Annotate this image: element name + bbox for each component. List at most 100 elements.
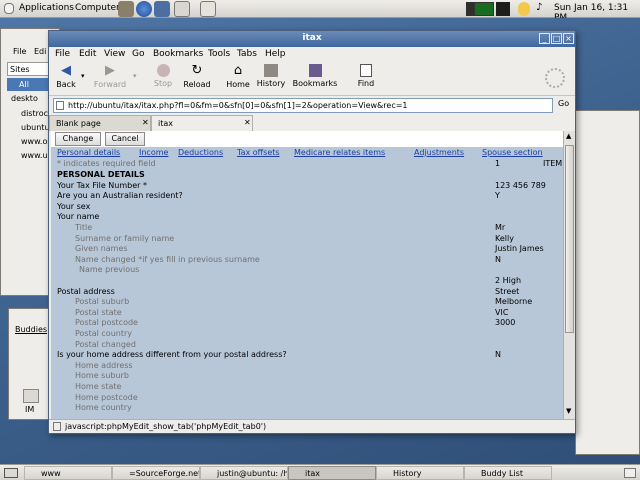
history-button[interactable]: History: [255, 64, 287, 88]
browser-window[interactable]: itax _ □ × File Edit View Go Bookmarks T…: [48, 30, 576, 434]
scroll-down-icon[interactable]: ▼: [566, 407, 571, 415]
buddy-list-window[interactable]: Buddies IM: [8, 308, 52, 420]
task-www[interactable]: www: [24, 466, 112, 480]
task-terminal[interactable]: justin@ubuntu: /ho: [200, 466, 288, 480]
menu-edit[interactable]: Edit: [79, 49, 96, 59]
navigation-toolbar: ◀ Back ▾ ▶ Forward ▾ Stop ↻ Reload ⌂ Hom…: [49, 62, 575, 96]
background-window-right[interactable]: [575, 110, 640, 455]
field-label: PERSONAL DETAILS: [57, 170, 145, 179]
user-icon[interactable]: [518, 2, 530, 16]
tab-spouse-section[interactable]: Spouse section: [482, 148, 543, 157]
buddies-menu[interactable]: Buddies: [15, 325, 47, 334]
menu-edit[interactable]: Edi: [34, 47, 46, 56]
close-tab-icon[interactable]: ✕: [142, 118, 149, 127]
menu-view[interactable]: View: [104, 49, 125, 59]
email-launcher-icon[interactable]: [154, 1, 170, 17]
tab-label: itax: [158, 119, 173, 128]
home-button[interactable]: ⌂ Home: [225, 64, 251, 90]
site-item-3[interactable]: www.os: [21, 137, 52, 146]
site-item-1[interactable]: distroc: [21, 109, 48, 118]
tab-blank-page[interactable]: Blank page ✕: [49, 115, 151, 131]
task-sourceforge[interactable]: =SourceForge.net: [112, 466, 200, 480]
field-label: Your sex: [57, 201, 91, 211]
find-button[interactable]: Find: [355, 64, 377, 88]
go-button[interactable]: Go: [558, 99, 569, 108]
computer-menu[interactable]: Computer: [75, 3, 120, 13]
vertical-scrollbar[interactable]: ▲ ▼: [563, 131, 575, 419]
task-itax[interactable]: itax: [288, 466, 376, 480]
volume-icon[interactable]: ♪: [536, 2, 548, 16]
field-label: Name previous: [79, 265, 140, 275]
reload-button[interactable]: ↻ Reload: [183, 64, 211, 90]
menu-tabs[interactable]: Tabs: [237, 49, 257, 59]
tab-tax-offsets[interactable]: Tax offsets: [237, 148, 280, 157]
cancel-button[interactable]: Cancel: [105, 132, 145, 146]
tab-medicare[interactable]: Medicare relates items: [294, 148, 385, 157]
stop-button[interactable]: Stop: [151, 64, 175, 88]
page-content: Change Cancel Personal details Income De…: [51, 131, 563, 419]
im-label: IM: [25, 405, 35, 414]
field-value: N: [495, 254, 501, 264]
task-history[interactable]: History: [376, 466, 464, 480]
im-icon[interactable]: [23, 389, 39, 403]
menu-bookmarks[interactable]: Bookmarks: [153, 49, 203, 59]
editor-launcher-icon[interactable]: [174, 1, 190, 17]
menu-tools[interactable]: Tools: [208, 49, 230, 59]
applications-menu[interactable]: Applications: [19, 3, 74, 13]
url-input[interactable]: http://ubuntu/itax/itax.php?fl=0&fm=0&sf…: [53, 98, 553, 113]
tab-personal-details[interactable]: Personal details: [57, 148, 120, 157]
required-note-row: * indicates required field 1 ITEM: [51, 159, 563, 170]
bookmarks-button[interactable]: Bookmarks: [292, 64, 338, 88]
tab-adjustments[interactable]: Adjustments: [414, 148, 464, 157]
back-button[interactable]: ◀ Back: [53, 64, 79, 90]
network-icon[interactable]: [496, 2, 510, 16]
folder-launcher-icon[interactable]: [200, 1, 216, 17]
site-item-2[interactable]: ubuntu: [21, 123, 50, 132]
close-button[interactable]: ×: [563, 33, 574, 44]
form-row: Are you an Australian resident? Y: [51, 191, 563, 202]
tab-income[interactable]: Income: [139, 148, 168, 157]
menu-file[interactable]: File: [55, 49, 70, 59]
forward-arrow-icon: ▶: [105, 63, 115, 78]
menu-help[interactable]: Help: [265, 49, 286, 59]
field-label: Home country: [75, 403, 132, 413]
task-buddy-list[interactable]: Buddy List: [464, 466, 552, 480]
tab-bar: Blank page ✕ itax ✕: [49, 115, 575, 131]
show-desktop-icon[interactable]: [4, 468, 18, 478]
sites-label: Sites: [10, 65, 30, 74]
form-row: Name previous: [51, 265, 563, 276]
field-label: Postal changed: [75, 339, 136, 349]
scroll-up-icon[interactable]: ▲: [566, 132, 571, 140]
field-label: Postal state: [75, 307, 122, 317]
browser-launcher-icon[interactable]: [136, 1, 152, 17]
maximize-button[interactable]: □: [551, 33, 562, 44]
close-tab-icon[interactable]: ✕: [244, 118, 251, 127]
gnome-foot-icon[interactable]: [4, 3, 14, 14]
tab-deductions[interactable]: Deductions: [178, 148, 223, 157]
tab-itax[interactable]: itax ✕: [151, 115, 253, 131]
field-value: Street: [495, 286, 520, 296]
forward-button[interactable]: ▶ Forward: [93, 63, 127, 90]
minimize-button[interactable]: _: [539, 33, 550, 44]
field-value: Mr: [495, 223, 506, 232]
field-label: Postal address: [57, 286, 115, 296]
change-button[interactable]: Change: [55, 132, 101, 146]
back-dropdown-icon[interactable]: ▾: [81, 72, 85, 80]
terminal-launcher-icon[interactable]: [118, 1, 134, 17]
menu-file[interactable]: File: [13, 47, 26, 56]
workspace-switcher-icon[interactable]: [624, 468, 636, 478]
field-value: Melborne: [495, 297, 533, 307]
field-label: Postal suburb: [75, 297, 130, 307]
system-monitor-icon[interactable]: [474, 2, 494, 16]
field-label: Your Tax File Number *: [57, 180, 147, 190]
form-row: 2 High: [51, 276, 563, 287]
title-bar[interactable]: itax _ □ ×: [49, 31, 575, 47]
address-bar: http://ubuntu/itax/itax.php?fl=0&fm=0&sf…: [49, 97, 575, 115]
scrollbar-thumb[interactable]: [565, 145, 574, 333]
site-item-0[interactable]: deskto: [11, 94, 38, 103]
status-bar: javascript:phpMyEdit_show_tab('phpMyEdit…: [49, 419, 575, 433]
page-icon: [56, 101, 64, 110]
form-row: Home suburb: [51, 371, 563, 382]
forward-dropdown-icon[interactable]: ▾: [133, 72, 137, 80]
menu-go[interactable]: Go: [132, 49, 144, 59]
